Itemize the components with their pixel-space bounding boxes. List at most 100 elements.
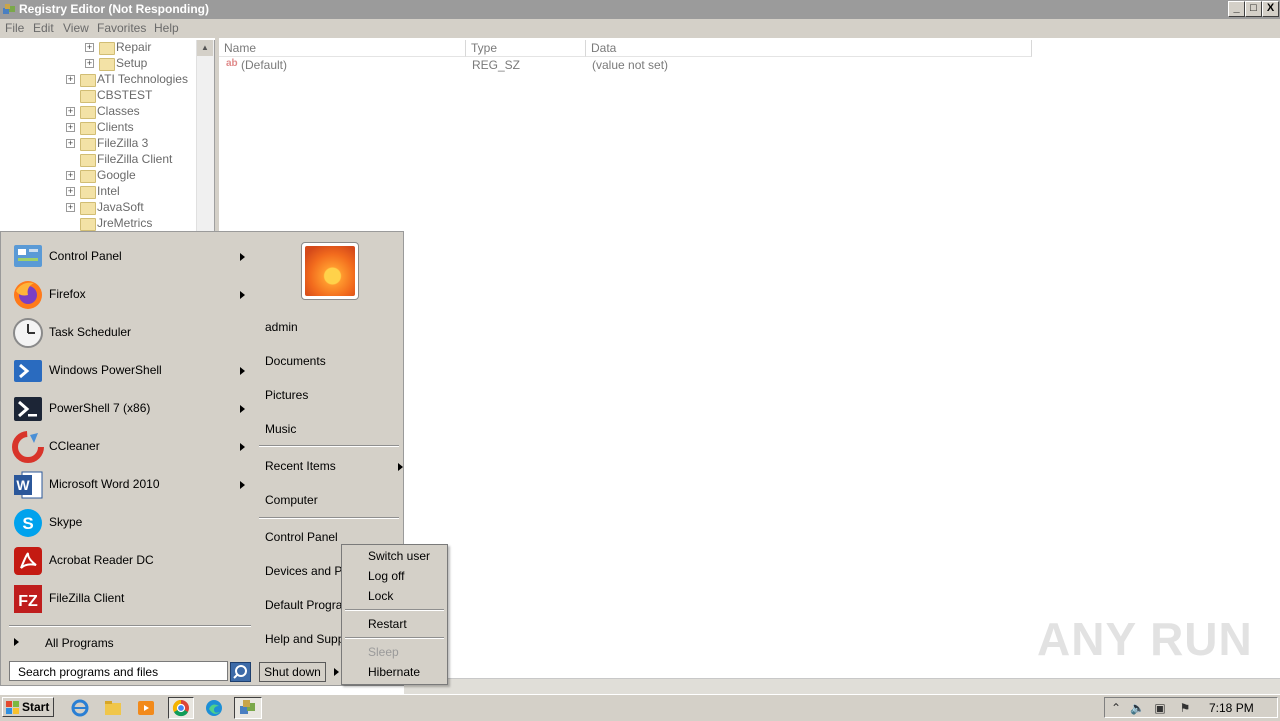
menu-help[interactable]: Help [154, 21, 179, 35]
powershell-icon [14, 360, 42, 382]
programs-column: Control Panel Firefox Task Scheduler Win… [3, 234, 253, 683]
divider [345, 609, 444, 611]
search-button[interactable] [230, 662, 251, 682]
shutdown-options-arrow-icon[interactable] [334, 668, 339, 676]
divider [259, 445, 399, 447]
folder-icon [80, 90, 96, 103]
start-button[interactable]: Start [2, 697, 54, 717]
submenu-arrow-icon [240, 481, 245, 489]
expand-icon[interactable]: + [66, 171, 75, 180]
task-scheduler-icon [13, 318, 43, 348]
all-programs[interactable]: All Programs [11, 634, 251, 652]
skype-icon: S [14, 509, 42, 537]
network-icon[interactable]: ▣ [1153, 701, 1167, 715]
place-admin[interactable]: admin [265, 320, 298, 338]
program-acrobat-reader[interactable]: Acrobat Reader DC [8, 542, 253, 580]
place-control-panel[interactable]: Control Panel [265, 530, 338, 548]
edge-icon[interactable] [204, 698, 224, 718]
place-pictures[interactable]: Pictures [265, 388, 308, 406]
expand-icon[interactable]: + [66, 187, 75, 196]
place-documents[interactable]: Documents [265, 354, 326, 372]
window-title: Registry Editor (Not Responding) [19, 2, 209, 16]
chrome-icon [172, 699, 189, 717]
scroll-up-icon[interactable]: ▲ [197, 40, 213, 56]
search-input[interactable]: Search programs and files [9, 661, 228, 681]
key-tree[interactable]: + Repair + Setup + ATI Technologies CBSTEST… [2, 40, 215, 232]
divider [345, 637, 444, 639]
action-center-flag-icon[interactable]: ⚑ [1178, 701, 1192, 715]
volume-icon[interactable]: 🔈 [1130, 701, 1145, 715]
folder-icon [80, 122, 96, 135]
firefox-icon [14, 281, 42, 309]
place-recent-items[interactable]: Recent Items [265, 459, 403, 477]
menu-favorites[interactable]: Favorites [97, 21, 146, 35]
place-music[interactable]: Music [265, 422, 296, 440]
lock-item[interactable]: Lock [368, 589, 393, 607]
word-icon: W [14, 471, 43, 499]
place-devices-and-printers[interactable]: Devices and Pri [265, 564, 349, 582]
folder-icon [80, 170, 96, 183]
restart-item[interactable]: Restart [368, 617, 407, 635]
maximize-button[interactable]: □ [1245, 1, 1262, 17]
menu-bar: File Edit View Favorites Help [0, 19, 1280, 38]
clock[interactable]: 7:18 PM [1209, 701, 1254, 715]
expand-icon[interactable]: + [66, 107, 75, 116]
ccleaner-icon [12, 431, 44, 463]
column-data[interactable]: Data [586, 40, 1032, 57]
expand-icon[interactable]: + [66, 123, 75, 132]
svg-text:FZ: FZ [18, 593, 38, 610]
flower-picture-icon [305, 246, 355, 296]
hibernate-item[interactable]: Hibernate [368, 665, 420, 683]
value-name[interactable]: (Default) [241, 58, 287, 72]
shutdown-button[interactable]: Shut down [259, 662, 326, 682]
program-firefox[interactable]: Firefox [8, 276, 253, 314]
folder-icon [80, 218, 96, 231]
svg-text:W: W [16, 477, 30, 493]
folder-icon [80, 186, 96, 199]
window-titlebar[interactable]: Registry Editor (Not Responding) _ □ X [0, 0, 1280, 19]
folder-icon [80, 138, 96, 151]
menu-edit[interactable]: Edit [33, 21, 54, 35]
program-filezilla[interactable]: FZ FileZilla Client [8, 580, 253, 618]
minimize-button[interactable]: _ [1228, 1, 1245, 17]
regedit-icon [3, 4, 15, 14]
log-off-item[interactable]: Log off [368, 569, 404, 587]
program-microsoft-word[interactable]: W Microsoft Word 2010 [8, 466, 253, 504]
value-type: REG_SZ [472, 58, 521, 72]
explorer-icon[interactable] [103, 698, 123, 718]
chrome-taskbar-button[interactable] [168, 697, 194, 719]
place-help-and-support[interactable]: Help and Suppo [265, 632, 351, 650]
tree-scrollbar[interactable]: ▲ [196, 40, 214, 232]
search-icon [233, 665, 247, 679]
column-type[interactable]: Type [466, 40, 586, 57]
folder-icon [80, 154, 96, 167]
program-task-scheduler[interactable]: Task Scheduler [8, 314, 253, 352]
program-powershell-7[interactable]: PowerShell 7 (x86) [8, 390, 253, 428]
shutdown-submenu: Switch user Log off Lock Restart Sleep H… [341, 544, 448, 685]
program-ccleaner[interactable]: CCleaner [8, 428, 253, 466]
column-name[interactable]: Name [219, 40, 466, 57]
media-player-icon[interactable] [136, 698, 156, 718]
expand-icon[interactable]: + [85, 43, 94, 52]
regedit-taskbar-button[interactable] [234, 697, 262, 719]
expand-icon[interactable]: + [66, 139, 75, 148]
expand-icon[interactable]: + [66, 75, 75, 84]
program-control-panel[interactable]: Control Panel [8, 238, 253, 276]
program-windows-powershell[interactable]: Windows PowerShell [8, 352, 253, 390]
acrobat-icon [14, 547, 42, 575]
avatar[interactable] [301, 242, 359, 300]
expand-icon[interactable]: + [85, 59, 94, 68]
expand-icon[interactable]: + [66, 203, 75, 212]
filezilla-icon: FZ [14, 585, 42, 613]
switch-user-item[interactable]: Switch user [368, 549, 430, 567]
program-skype[interactable]: S Skype [8, 504, 253, 542]
place-computer[interactable]: Computer [265, 493, 318, 511]
menu-file[interactable]: File [5, 21, 24, 35]
place-default-programs[interactable]: Default Program [265, 598, 352, 616]
show-hidden-icons-icon[interactable]: ⌃ [1109, 701, 1123, 715]
menu-view[interactable]: View [63, 21, 89, 35]
ie-icon[interactable] [70, 698, 90, 718]
status-bar [404, 678, 1280, 695]
control-panel-icon [14, 245, 42, 267]
close-button[interactable]: X [1262, 1, 1279, 17]
